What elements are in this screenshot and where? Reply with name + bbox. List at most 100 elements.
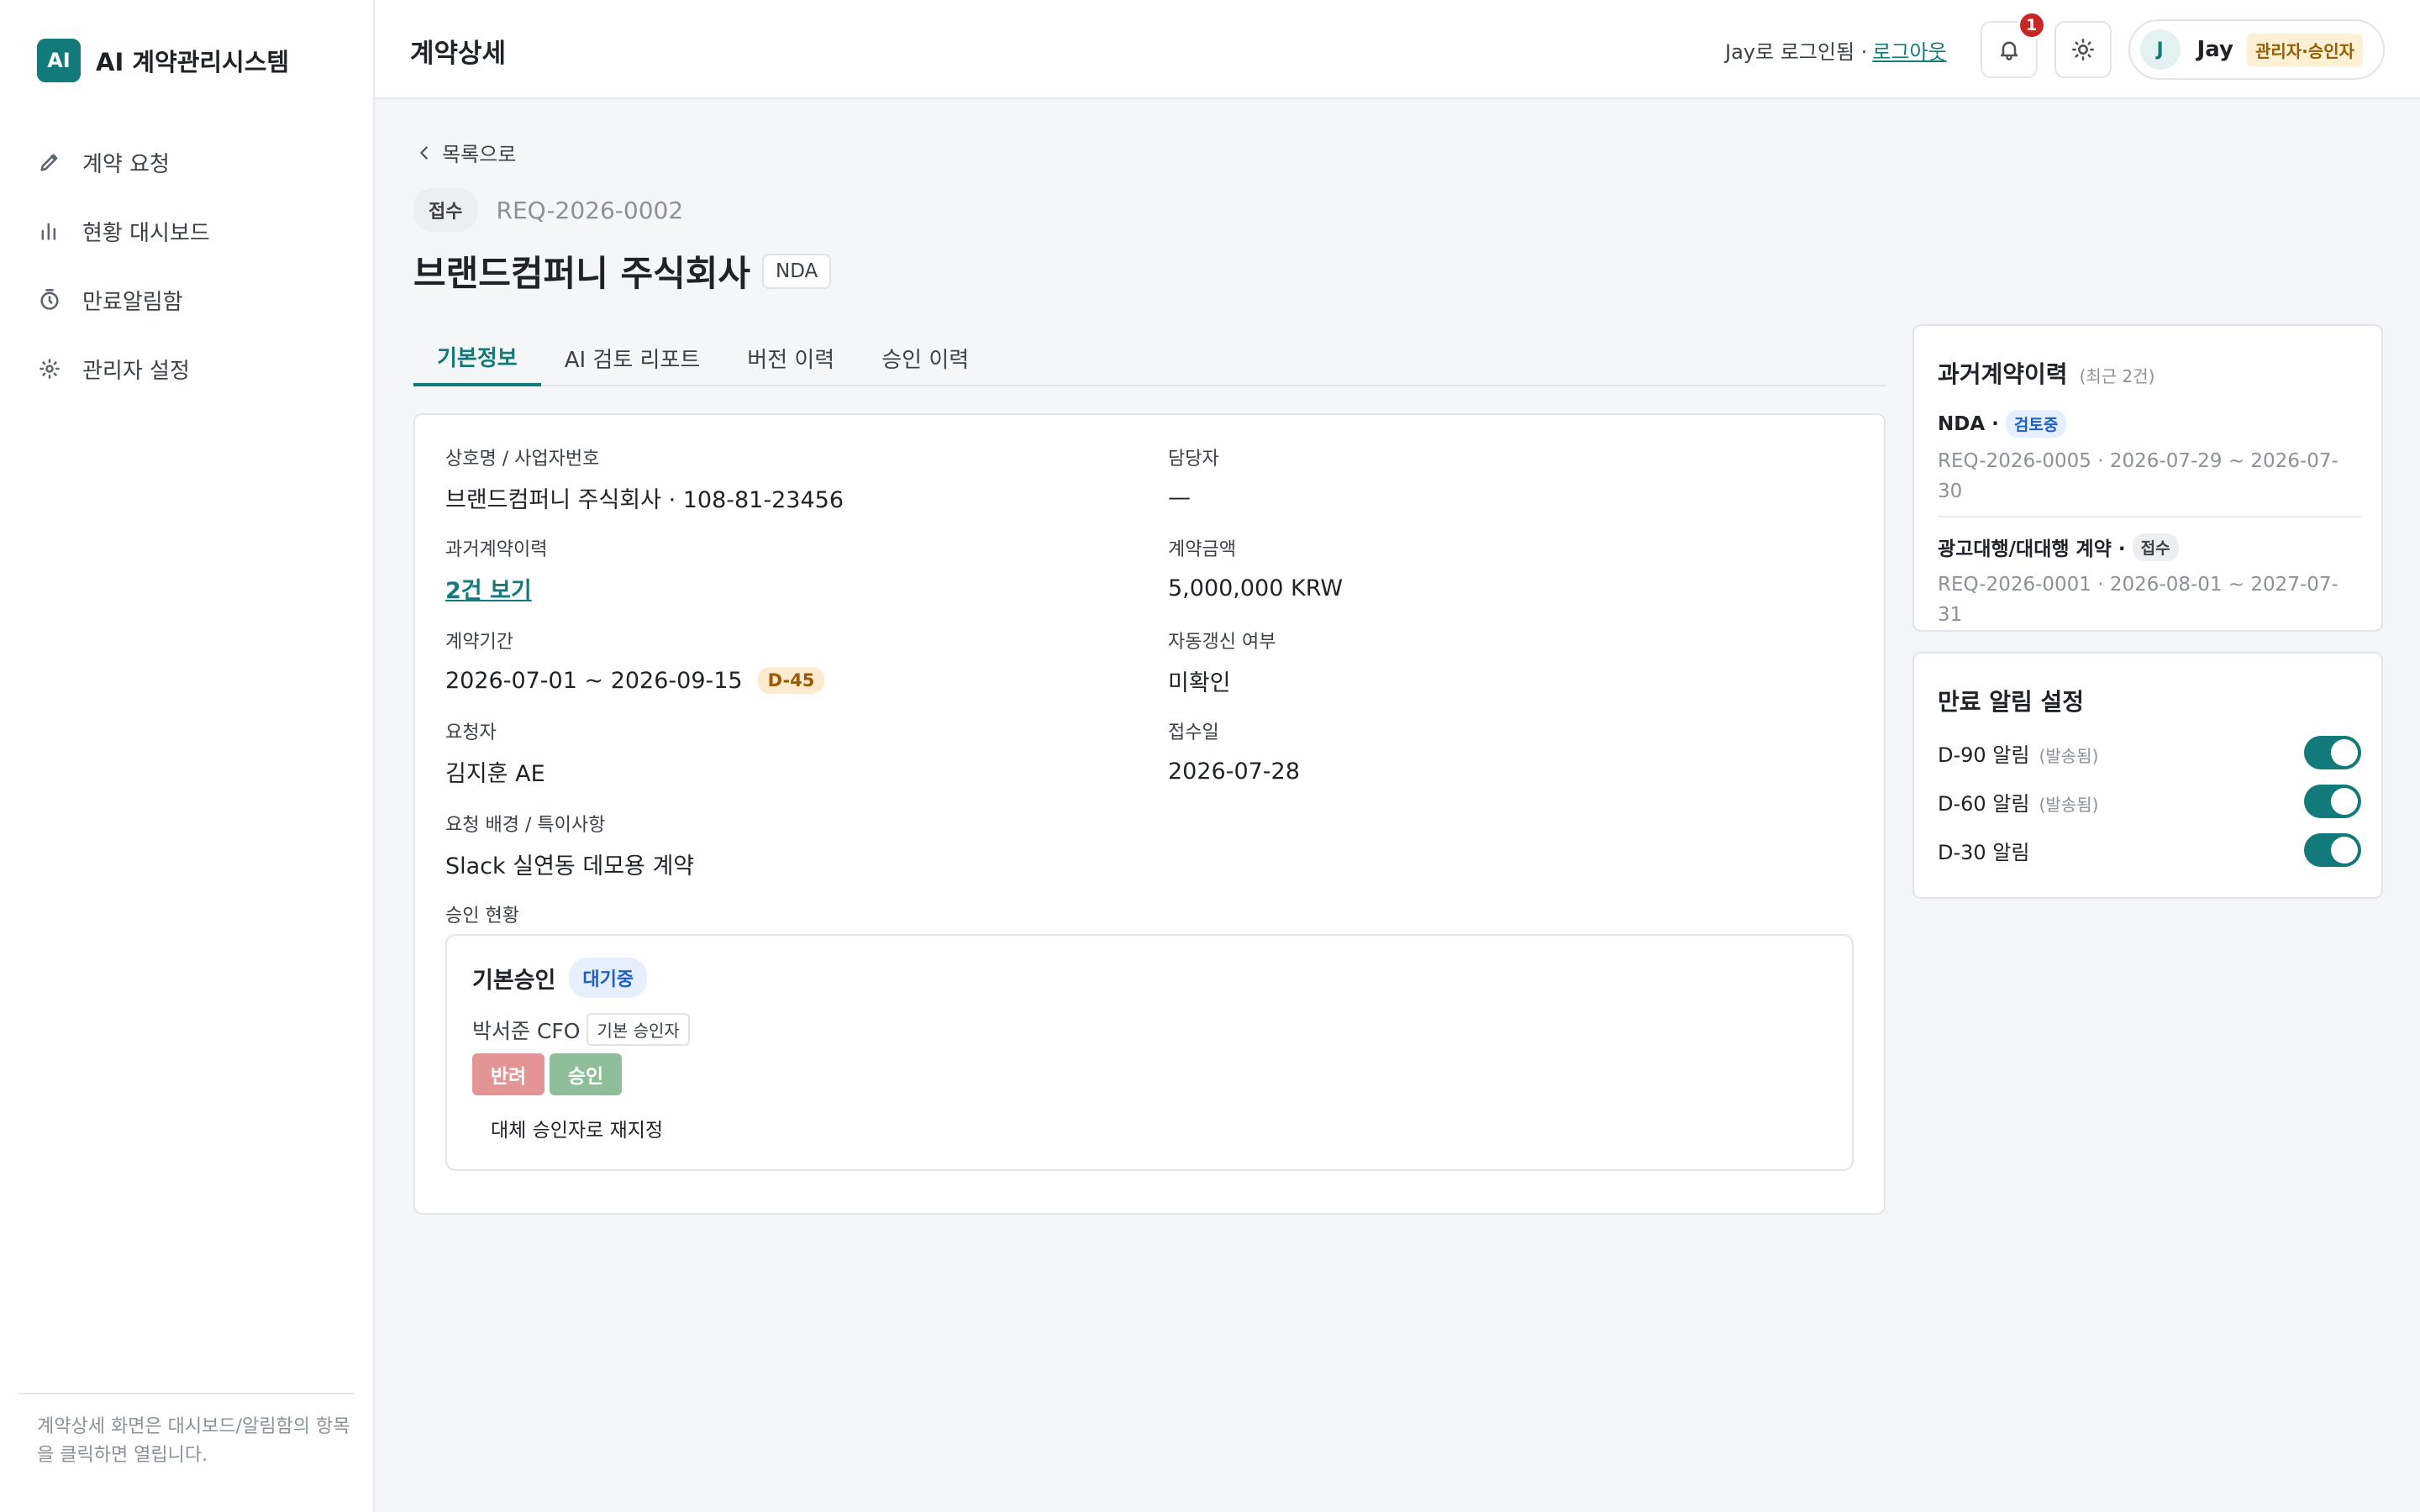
bar-chart-icon: [37, 218, 62, 244]
status-row: 접수 REQ-2026-0002: [413, 188, 683, 232]
status-badge: 접수: [413, 188, 478, 232]
field-received-date: 접수일 2026-07-28: [1168, 717, 1300, 786]
past-contracts-link[interactable]: 2건 보기: [445, 572, 532, 605]
alert-label-wrap: D-60 알림 (발송됨): [1938, 787, 2098, 816]
alert-label: D-90 알림: [1938, 743, 2030, 767]
field-label: 요청 배경 / 특이사항: [445, 815, 606, 836]
approval-status-badge: 대기중: [569, 958, 648, 998]
past-history-item[interactable]: NDA · 검토중 REQ-2026-0005 · 2026-07-29 ~ 2…: [1938, 410, 2361, 507]
brand-logo: AI: [37, 39, 81, 82]
d30-alert-toggle[interactable]: [2304, 833, 2361, 867]
top-header: 계약상세 Jay로 로그인됨 · 로그아웃 1 J Jay 관리자·승인자: [375, 0, 2420, 99]
theme-toggle-button[interactable]: [2054, 21, 2112, 78]
sidebar-item-label: 계약 요청: [82, 151, 170, 177]
request-id: REQ-2026-0002: [496, 196, 684, 224]
field-value: 브랜드컴퍼니 주식회사 · 108-81-23456: [445, 486, 844, 513]
avatar: J: [2139, 29, 2181, 70]
field-value: —: [1168, 484, 1191, 511]
gear-icon: [37, 356, 62, 381]
field-amount: 계약금액 5,000,000 KRW: [1168, 534, 1343, 603]
alert-label: D-60 알림: [1938, 791, 2030, 816]
field-value: 2026-07-01 ~ 2026-09-15: [445, 667, 743, 694]
past-item-meta: REQ-2026-0001 · 2026-08-01 ~ 2027-07-31: [1938, 574, 2338, 626]
approval-status-label-wrap: 승인 현황: [445, 900, 519, 927]
tab-version-history[interactable]: 버전 이력: [723, 329, 858, 386]
dday-badge: D-45: [757, 667, 825, 694]
approve-button[interactable]: 승인: [550, 1053, 622, 1095]
chevron-left-icon: [415, 144, 434, 162]
sidebar-item-dashboard[interactable]: 현황 대시보드: [37, 197, 356, 265]
reject-button[interactable]: 반려: [472, 1053, 544, 1095]
company-title: 브랜드컴퍼니 주식회사: [413, 253, 751, 294]
past-item-title-row: 광고대행/대대행 계약 · 접수: [1938, 533, 2361, 561]
pencil-icon: [37, 150, 62, 175]
approval-title: 기본승인: [472, 967, 556, 994]
brand-name: AI 계약관리시스템: [96, 48, 290, 76]
bell-icon: [1997, 38, 2021, 61]
brand[interactable]: AI AI 계약관리시스템: [37, 39, 289, 82]
timer-icon: [37, 287, 62, 312]
d60-alert-toggle[interactable]: [2304, 785, 2361, 818]
user-role-badge: 관리자·승인자: [2247, 33, 2363, 66]
field-period: 계약기간 2026-07-01 ~ 2026-09-15 D-45: [445, 627, 825, 696]
tab-approval-history[interactable]: 승인 이력: [858, 329, 992, 386]
logout-link[interactable]: 로그아웃: [1872, 35, 1946, 65]
sidebar-item-expiry-inbox[interactable]: 만료알림함: [37, 265, 356, 334]
sidebar: AI AI 계약관리시스템 계약 요청 현황 대시보드 만료알림함 관리자 설정…: [0, 0, 375, 1512]
field-manager: 담당자 —: [1168, 444, 1219, 512]
approver-row: 박서준 CFO 기본 승인자: [472, 1013, 690, 1046]
field-background: 요청 배경 / 특이사항 Slack 실연동 데모용 계약: [445, 810, 694, 879]
sidebar-item-label: 만료알림함: [82, 289, 183, 315]
field-requester: 요청자 김지훈 AE: [445, 717, 545, 787]
app-root: AI AI 계약관리시스템 계약 요청 현황 대시보드 만료알림함 관리자 설정…: [0, 0, 2420, 1512]
toggle-knob: [2331, 788, 2358, 815]
d90-alert-toggle[interactable]: [2304, 736, 2361, 769]
alert-note: (발송됨): [2039, 745, 2099, 766]
field-label: 상호명 / 사업자번호: [445, 449, 600, 470]
reassign-approver-button[interactable]: 대체 승인자로 재지정: [491, 1114, 663, 1142]
past-item-status-badge: 검토중: [2005, 410, 2067, 438]
sidebar-item-label: 현황 대시보드: [82, 220, 210, 246]
toggle-knob: [2331, 739, 2358, 766]
sidebar-item-contract-request[interactable]: 계약 요청: [37, 128, 356, 197]
user-menu[interactable]: J Jay 관리자·승인자: [2128, 19, 2385, 80]
title-row: 브랜드컴퍼니 주식회사 NDA: [413, 245, 832, 297]
sidebar-footer-text: 계약상세 화면은 대시보드/알림함의 항목을 클릭하면 열립니다.: [37, 1416, 350, 1466]
expiry-alert-card: 만료 알림 설정 D-90 알림 (발송됨) D-60 알림 (발송됨) D-3…: [1912, 652, 2383, 899]
sidebar-item-admin-settings[interactable]: 관리자 설정: [37, 334, 356, 403]
detail-tabs: 기본정보 AI 검토 리포트 버전 이력 승인 이력: [413, 329, 1886, 386]
login-status-text: Jay로 로그인됨 ·: [1725, 39, 1868, 64]
past-history-card: 과거계약이력 (최근 2건) NDA · 검토중 REQ-2026-0005 ·…: [1912, 324, 2383, 632]
field-label: 접수일: [1168, 722, 1219, 743]
back-label: 목록으로: [442, 143, 517, 166]
approval-head: 기본승인 대기중: [472, 958, 648, 998]
expiry-alert-head: 만료 알림 설정: [1938, 684, 2084, 717]
past-item-title-row: NDA · 검토중: [1938, 410, 2361, 438]
past-item-meta: REQ-2026-0005 · 2026-07-29 ~ 2026-07-30: [1938, 450, 2338, 502]
field-company: 상호명 / 사업자번호 브랜드컴퍼니 주식회사 · 108-81-23456: [445, 444, 844, 513]
divider: [1938, 516, 2361, 517]
past-history-item[interactable]: 광고대행/대대행 계약 · 접수 REQ-2026-0001 · 2026-08…: [1938, 533, 2361, 630]
field-label: 계약금액: [1168, 539, 1236, 560]
user-name: Jay: [2196, 37, 2233, 62]
alert-row-d90: D-90 알림 (발송됨): [1938, 734, 2361, 771]
sidebar-item-label: 관리자 설정: [82, 358, 190, 384]
field-value-wrap: 2026-07-01 ~ 2026-09-15 D-45: [445, 665, 825, 696]
tab-basic-info[interactable]: 기본정보: [413, 329, 541, 386]
toggle-knob: [2331, 837, 2358, 864]
basic-info-card: 상호명 / 사업자번호 브랜드컴퍼니 주식회사 · 108-81-23456 담…: [413, 413, 1886, 1215]
sun-icon: [2071, 38, 2095, 61]
alert-label: D-30 알림: [1938, 840, 2030, 864]
field-past-contracts: 과거계약이력 2건 보기: [445, 534, 547, 605]
back-to-list-link[interactable]: 목록으로: [415, 138, 516, 167]
past-item-title: 광고대행/대대행 계약 ·: [1938, 538, 2126, 560]
tab-ai-review-report[interactable]: AI 검토 리포트: [541, 329, 724, 386]
approval-status-label: 승인 현황: [445, 906, 519, 927]
approval-box: 기본승인 대기중 박서준 CFO 기본 승인자 반려 승인 대체 승인자로 재지…: [445, 934, 1854, 1171]
past-history-title: 과거계약이력: [1938, 360, 2068, 388]
field-value: 김지훈 AE: [445, 760, 545, 787]
past-history-subtitle: (최근 2건): [2079, 366, 2155, 386]
field-value: 5,000,000 KRW: [1168, 575, 1344, 601]
notification-button[interactable]: 1: [1980, 11, 2046, 78]
notification-count-badge: 1: [2017, 11, 2046, 39]
